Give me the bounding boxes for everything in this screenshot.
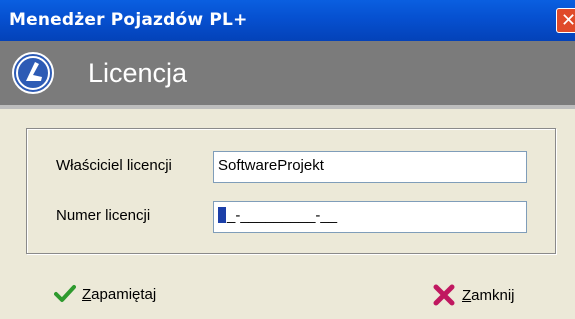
save-mnemonic: Z (82, 285, 92, 303)
save-button[interactable]: Zapamiętaj (54, 284, 156, 304)
window-title: Menedżer Pojazdów PL+ (9, 10, 248, 30)
close-icon: ✕ (561, 10, 575, 31)
close-button[interactable]: Zamknij (432, 284, 515, 306)
dialog-body: Właściciel licencji SoftwareProjekt Nume… (0, 109, 575, 319)
save-label: apamiętaj (91, 285, 157, 303)
license-number-mask: _-_________-__ (227, 207, 338, 224)
text-caret (218, 207, 226, 223)
owner-value: SoftwareProjekt (218, 157, 324, 174)
license-number-label: Numer licencji (56, 207, 151, 224)
dialog-header: Licencja (0, 41, 575, 109)
title-bar: Menedżer Pojazdów PL+ ✕ (0, 0, 575, 41)
dialog-title: Licencja (88, 58, 188, 88)
x-icon (433, 284, 455, 306)
pojazdy-logo-icon (12, 52, 54, 94)
close-label: amknij (471, 286, 515, 304)
owner-label: Właściciel licencji (56, 157, 172, 174)
close-mnemonic: Z (462, 286, 472, 304)
check-icon (54, 285, 76, 302)
window-close-button[interactable]: ✕ (556, 8, 575, 33)
owner-field[interactable]: SoftwareProjekt (213, 151, 527, 183)
license-number-field[interactable]: _-_________-__ (213, 201, 527, 233)
license-groupbox: Właściciel licencji SoftwareProjekt Nume… (26, 128, 556, 254)
